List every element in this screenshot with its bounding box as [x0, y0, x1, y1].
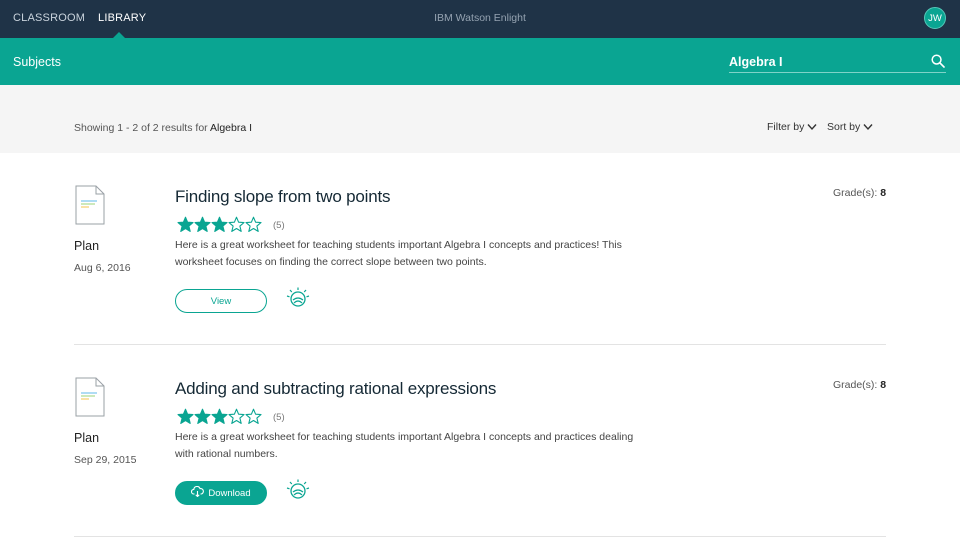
grade-info: Grade(s): 8 [833, 379, 886, 391]
star-filled-icon [177, 408, 194, 425]
star-empty-icon [245, 216, 262, 233]
chevron-down-icon [863, 124, 873, 131]
watson-insight-icon[interactable] [286, 287, 310, 309]
grade-value: 8 [880, 187, 887, 199]
results-summary-prefix: Showing 1 - 2 of 2 results for [74, 122, 208, 134]
download-label: Download [208, 487, 251, 499]
download-button[interactable]: Download [175, 481, 267, 505]
resource-title[interactable]: Adding and subtracting rational expressi… [175, 379, 496, 399]
view-button[interactable]: View [175, 289, 267, 313]
search-input[interactable] [729, 53, 946, 73]
resource-description: Here is a great worksheet for teaching s… [175, 431, 634, 460]
brand-title: IBM Watson Enlight [434, 12, 526, 24]
star-filled-icon [211, 216, 228, 233]
results-bar: Showing 1 - 2 of 2 results for Algebra I… [0, 85, 960, 153]
avatar[interactable]: JW [924, 7, 946, 29]
cloud-download-icon [191, 486, 205, 498]
resource-card: Plan Aug 6, 2016 Finding slope from two … [0, 153, 960, 345]
chevron-down-icon [807, 124, 817, 131]
results-query: Algebra I [210, 122, 253, 134]
star-filled-icon [194, 408, 211, 425]
resource-date: Sep 29, 2015 [74, 454, 137, 466]
star-filled-icon [177, 216, 194, 233]
star-filled-icon [211, 408, 228, 425]
sort-by-label: Sort by [827, 121, 861, 133]
subjects-menu[interactable]: Subjects [13, 55, 61, 69]
filter-by-label: Filter by [767, 121, 805, 133]
star-empty-icon [228, 216, 245, 233]
star-filled-icon [194, 216, 211, 233]
star-empty-icon [228, 408, 245, 425]
grade-label: Grade(s): [833, 379, 878, 391]
star-empty-icon [245, 408, 262, 425]
subject-bar: Subjects [0, 38, 960, 85]
rating-count: (5) [273, 220, 285, 231]
rating-count: (5) [273, 412, 285, 423]
divider [74, 536, 886, 537]
grade-value: 8 [880, 379, 887, 391]
top-nav-bar: CLASSROOM LIBRARY IBM Watson Enlight JW [0, 0, 960, 38]
star-rating [177, 408, 262, 426]
resource-title[interactable]: Finding slope from two points [175, 187, 391, 207]
watson-insight-icon[interactable] [286, 479, 310, 501]
document-icon [75, 377, 105, 417]
star-rating [177, 216, 262, 234]
resource-type: Plan [74, 431, 100, 445]
document-icon [75, 185, 105, 225]
grade-info: Grade(s): 8 [833, 187, 886, 199]
search-icon[interactable] [931, 54, 945, 68]
resource-type: Plan [74, 239, 100, 253]
resource-description: Here is a great worksheet for teaching s… [175, 239, 622, 268]
resource-date: Aug 6, 2016 [74, 262, 131, 274]
resource-card: Plan Sep 29, 2015 Adding and subtracting… [0, 345, 960, 537]
filter-by-button[interactable]: Filter by [767, 121, 817, 133]
results-summary: Showing 1 - 2 of 2 results for Algebra I [74, 122, 252, 134]
sort-by-button[interactable]: Sort by [827, 121, 873, 133]
grade-label: Grade(s): [833, 187, 878, 199]
